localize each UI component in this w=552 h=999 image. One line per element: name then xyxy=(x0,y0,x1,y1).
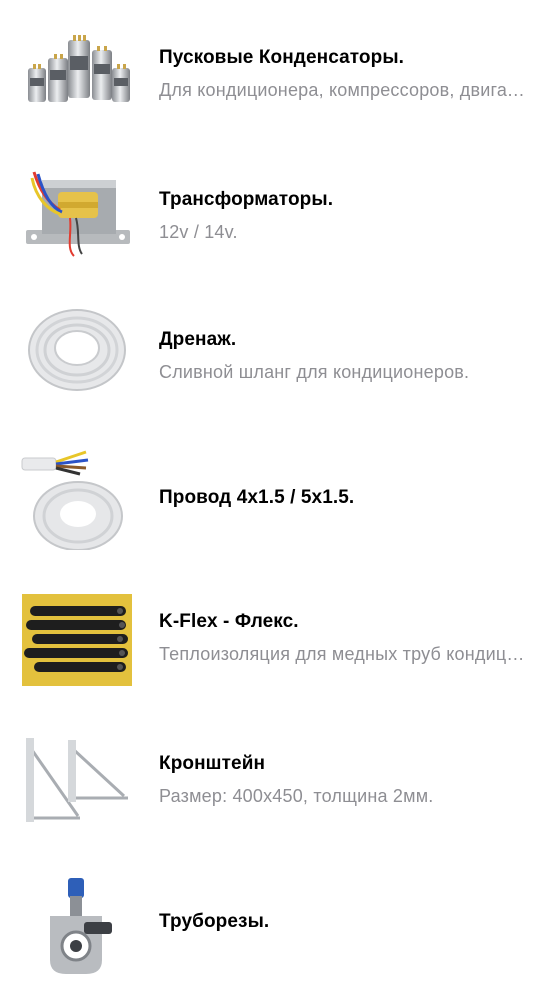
product-list: Пусковые Конденсаторы. Для кондиционера,… xyxy=(0,0,552,999)
item-subtitle: Для кондиционера, компрессоров, двигател… xyxy=(159,80,530,100)
item-title: Провод 4x1.5 / 5x1.5. xyxy=(159,487,355,508)
capacitors-image xyxy=(20,10,134,118)
cable-image xyxy=(20,442,134,550)
item-title: Труборезы. xyxy=(159,911,270,932)
list-item-k-flex[interactable]: K-Flex - Флекс. Теплоизоляция для медных… xyxy=(0,578,552,698)
item-title: Кронштейн xyxy=(159,753,266,774)
bracket-image xyxy=(20,730,134,838)
item-title: Дренаж. xyxy=(159,329,237,350)
item-title: Трансформаторы. xyxy=(159,189,334,210)
drain-hose-image xyxy=(20,292,134,400)
list-item-capacitors[interactable]: Пусковые Конденсаторы. Для кондиционера,… xyxy=(0,0,552,120)
list-item-bracket[interactable]: Кронштейн Размер: 400x450, толщина 2мм. xyxy=(0,720,552,840)
item-subtitle: 12v / 14v. xyxy=(159,222,238,242)
pipe-cutter-image xyxy=(20,874,134,982)
list-item-pipe-cutter[interactable]: Труборезы. xyxy=(0,870,552,990)
item-subtitle: Теплоизоляция для медных труб кондиционе… xyxy=(159,644,530,664)
item-subtitle: Сливной шланг для кондиционеров. xyxy=(159,362,470,382)
item-title: K-Flex - Флекс. xyxy=(159,611,299,632)
list-item-transformer[interactable]: Трансформаторы. 12v / 14v. xyxy=(0,142,552,262)
list-item-cable[interactable]: Провод 4x1.5 / 5x1.5. xyxy=(0,438,552,558)
k-flex-insulation-image xyxy=(20,586,134,694)
item-subtitle: Размер: 400x450, толщина 2мм. xyxy=(159,786,434,806)
list-item-drain[interactable]: Дренаж. Сливной шланг для кондиционеров. xyxy=(0,282,552,402)
item-title: Пусковые Конденсаторы. xyxy=(159,47,405,68)
transformer-image xyxy=(20,152,134,260)
